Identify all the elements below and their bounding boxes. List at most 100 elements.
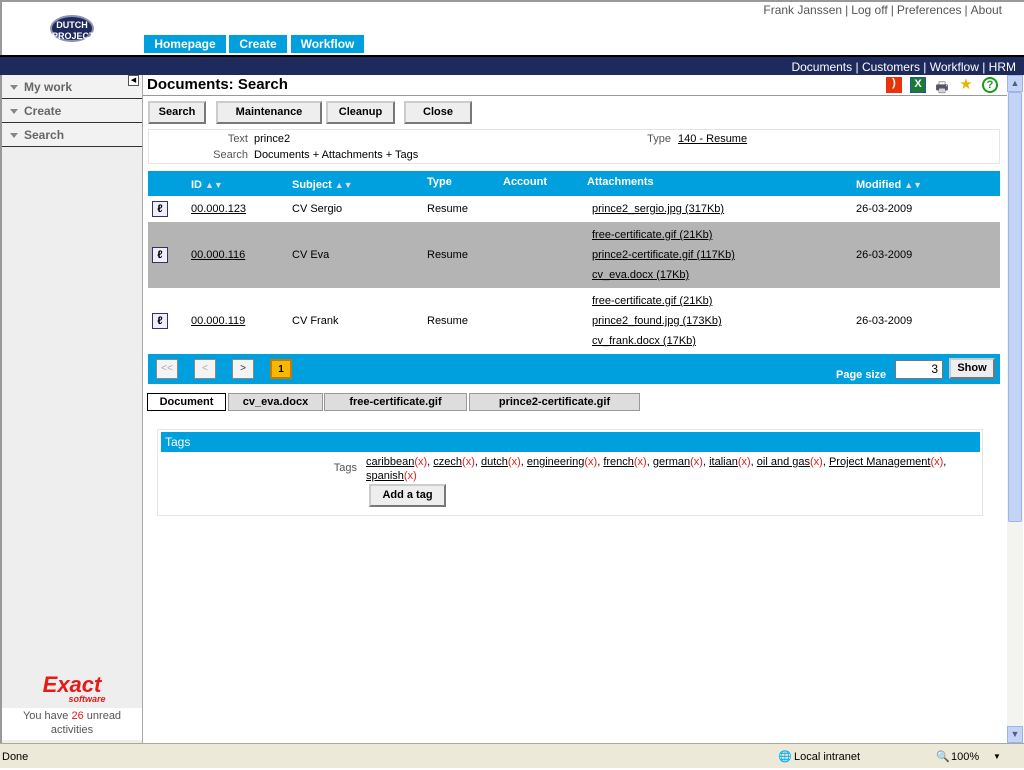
favorite-icon[interactable]: ★ xyxy=(958,77,974,93)
search-label: Search xyxy=(213,149,248,161)
tab-prince2-certificate[interactable]: prince2-certificate.gif xyxy=(469,393,640,411)
tab-create[interactable]: Create xyxy=(229,35,287,53)
about-link[interactable]: About xyxy=(971,3,1002,17)
remove-tag-button[interactable]: (x) xyxy=(634,456,647,468)
remove-tag-button[interactable]: (x) xyxy=(462,456,475,468)
column-account: Account xyxy=(503,176,547,188)
tag-link[interactable]: czech xyxy=(433,456,462,468)
sort-icon[interactable]: ▲▼ xyxy=(335,180,353,190)
tag-link[interactable]: german xyxy=(653,456,690,468)
tab-workflow[interactable]: Workflow xyxy=(291,35,364,53)
remove-tag-button[interactable]: (x) xyxy=(508,456,521,468)
tab-document[interactable]: Document xyxy=(147,393,226,411)
close-button[interactable]: Close xyxy=(404,101,472,124)
table-row[interactable]: ℓ 00.000.123 CV Sergio Resume prince2_se… xyxy=(148,196,1000,222)
tag-link[interactable]: italian xyxy=(709,456,738,468)
id-link[interactable]: 00.000.116 xyxy=(191,249,245,261)
remove-tag-button[interactable]: (x) xyxy=(810,456,823,468)
nav-workflow[interactable]: Workflow xyxy=(930,60,979,74)
rss-icon[interactable]: ) xyxy=(886,77,902,93)
zoom-level[interactable]: 100% xyxy=(951,744,979,770)
attachment-link[interactable]: free-certificate.gif (21Kb) xyxy=(592,229,712,241)
sort-icon[interactable]: ▲▼ xyxy=(904,180,922,190)
tag-link[interactable]: caribbean xyxy=(366,456,414,468)
attachment-link[interactable]: prince2_sergio.jpg (317Kb) xyxy=(592,203,724,215)
nav-customers[interactable]: Customers xyxy=(862,60,920,74)
text-label: Text xyxy=(227,133,248,145)
table-header: ID ▲▼ Subject ▲▼ Type Account Attachments … xyxy=(148,171,1000,196)
column-type: Type xyxy=(427,176,452,188)
first-page-button[interactable]: << xyxy=(156,359,178,379)
table-row[interactable]: ℓ 00.000.116 CV Eva Resume free-certific… xyxy=(148,222,1000,288)
exact-logo-text: Exact xyxy=(42,672,102,697)
log-off-link[interactable]: Log off xyxy=(851,3,887,17)
scroll-up-icon[interactable]: ▲ xyxy=(1007,75,1023,92)
nav-documents[interactable]: Documents xyxy=(791,60,852,74)
text-value: prince2 xyxy=(254,133,291,145)
sidebar-item-create[interactable]: Create xyxy=(2,99,142,123)
search-button[interactable]: Search xyxy=(148,101,206,124)
sidebar-item-my-work[interactable]: My work xyxy=(2,75,142,99)
prev-page-button[interactable]: < xyxy=(194,359,216,379)
tag-link[interactable]: oil and gas xyxy=(757,456,810,468)
remove-tag-button[interactable]: (x) xyxy=(930,456,943,468)
remove-tag-button[interactable]: (x) xyxy=(690,456,703,468)
sidebar-item-label: My work xyxy=(24,80,73,94)
attachment-link[interactable]: free-certificate.gif (21Kb) xyxy=(592,295,712,307)
scroll-down-icon[interactable]: ▼ xyxy=(1007,726,1023,743)
zoom-icon[interactable]: 🔍 xyxy=(936,744,950,770)
column-id[interactable]: ID ▲▼ xyxy=(191,179,223,191)
remove-tag-button[interactable]: (x) xyxy=(404,470,417,482)
remove-tag-button[interactable]: (x) xyxy=(414,456,427,468)
excel-icon[interactable]: X xyxy=(910,77,926,93)
cleanup-button[interactable]: Cleanup xyxy=(326,101,395,124)
tag-link[interactable]: dutch xyxy=(481,456,508,468)
show-button[interactable]: Show xyxy=(949,358,995,379)
unread-activities[interactable]: You have 26 unread activities xyxy=(2,708,142,740)
next-page-button[interactable]: > xyxy=(232,359,254,379)
attachment-icon[interactable]: ℓ xyxy=(152,247,168,263)
type: Resume xyxy=(427,315,468,327)
nav-hrm[interactable]: HRM xyxy=(989,60,1016,74)
remove-tag-button[interactable]: (x) xyxy=(738,456,751,468)
attachment-icon[interactable]: ℓ xyxy=(152,201,168,217)
tab-homepage[interactable]: Homepage xyxy=(144,35,226,53)
attachment-link[interactable]: prince2_found.jpg (173Kb) xyxy=(592,315,722,327)
remove-tag-button[interactable]: (x) xyxy=(584,456,597,468)
preferences-link[interactable]: Preferences xyxy=(897,3,962,17)
maintenance-button[interactable]: Maintenance xyxy=(216,101,322,124)
scroll-thumb[interactable] xyxy=(1008,92,1022,522)
id-link[interactable]: 00.000.119 xyxy=(191,315,245,327)
zoom-dropdown-icon[interactable]: ▼ xyxy=(993,744,1001,770)
sidebar-item-search[interactable]: Search xyxy=(2,123,142,147)
column-subject[interactable]: Subject ▲▼ xyxy=(292,179,353,191)
tag-link[interactable]: french xyxy=(603,456,634,468)
column-modified[interactable]: Modified ▲▼ xyxy=(856,179,922,191)
help-icon[interactable]: ? xyxy=(982,77,998,93)
sort-icon[interactable]: ▲▼ xyxy=(205,180,223,190)
tab-cv-eva[interactable]: cv_eva.docx xyxy=(228,393,323,411)
table-row[interactable]: ℓ 00.000.119 CV Frank Resume free-certif… xyxy=(148,288,1000,354)
tag-link[interactable]: Project Management xyxy=(829,456,931,468)
tag-link[interactable]: engineering xyxy=(527,456,585,468)
attachment-icon[interactable]: ℓ xyxy=(152,313,168,329)
page-1-button[interactable]: 1 xyxy=(270,359,292,379)
page-size-label: Page size xyxy=(836,369,887,381)
tags-label: Tags xyxy=(333,462,357,474)
tags-header: Tags xyxy=(161,432,980,452)
subject: CV Eva xyxy=(292,249,330,261)
zone-text: Local intranet xyxy=(794,751,861,763)
print-icon[interactable]: 🖶 xyxy=(934,77,950,95)
attachment-link[interactable]: cv_eva.docx (17Kb) xyxy=(592,269,689,281)
collapse-sidebar-icon[interactable]: ◀ xyxy=(128,75,139,86)
id-link[interactable]: 00.000.123 xyxy=(191,203,246,215)
tab-free-certificate[interactable]: free-certificate.gif xyxy=(324,393,467,411)
add-tag-button[interactable]: Add a tag xyxy=(369,484,446,507)
exact-logo: Exact software xyxy=(2,620,142,708)
tag-link[interactable]: spanish xyxy=(366,470,404,482)
status-bar: Done 🌐 Local intranet 🔍 100% ▼ xyxy=(0,743,1024,768)
attachment-link[interactable]: cv_frank.docx (17Kb) xyxy=(592,335,696,347)
page-size-input[interactable]: 3 xyxy=(895,360,943,379)
attachment-link[interactable]: prince2-certificate.gif (117Kb) xyxy=(592,249,735,261)
type-value-link[interactable]: 140 - Resume xyxy=(678,133,747,145)
